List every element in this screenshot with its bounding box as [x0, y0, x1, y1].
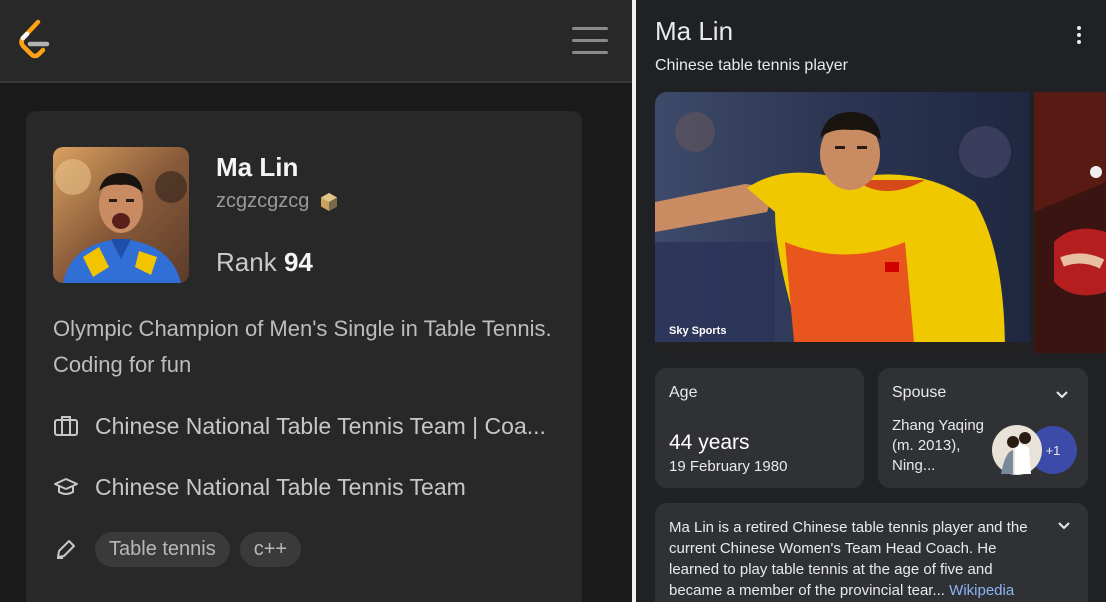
wikipedia-link[interactable]: Wikipedia	[949, 582, 1014, 599]
avatar[interactable]	[53, 147, 189, 283]
kp-title: Ma Lin	[655, 16, 734, 46]
profile-username: zcgzcgzcg	[216, 190, 310, 212]
player-photo[interactable]	[655, 92, 1030, 353]
leetcode-logo-icon[interactable]	[14, 18, 54, 62]
skill-tag[interactable]: c++	[239, 531, 302, 567]
profile-rank: Rank 94	[216, 247, 313, 278]
age-value: 44 years	[669, 431, 750, 454]
more-vert-icon[interactable]	[1076, 26, 1084, 44]
rank-value: 94	[283, 247, 313, 277]
spouse-box[interactable]: Spouse Zhang Yaqing (m. 2013), Ning... +…	[878, 368, 1088, 488]
company-row: Chinese National Table Tennis Team | Coa…	[53, 408, 555, 444]
top-navbar	[0, 0, 632, 83]
profile-name: Ma Lin	[216, 152, 299, 182]
age-box[interactable]: Age 44 years 19 February 1980	[655, 368, 864, 488]
school-row: Chinese National Table Tennis Team	[53, 469, 555, 505]
description-box[interactable]: Ma Lin is a retired Chinese table tennis…	[655, 503, 1088, 602]
briefcase-icon	[54, 416, 78, 436]
chevron-down-icon[interactable]	[1055, 390, 1069, 400]
secondary-photo[interactable]	[1034, 92, 1106, 353]
kp-subtitle: Chinese table tennis player	[655, 57, 849, 74]
kp-description: Ma Lin is a retired Chinese table tennis…	[669, 517, 1049, 601]
age-label: Age	[669, 384, 698, 401]
image-credit: Sky Sports	[669, 325, 727, 337]
spouse-avatars[interactable]: +1	[991, 424, 1077, 476]
skills-row: Table tennis c++	[53, 531, 311, 567]
chevron-down-icon[interactable]	[1057, 521, 1071, 531]
spouse-label: Spouse	[892, 384, 947, 401]
badge-icon[interactable]	[318, 191, 340, 213]
profile-card: Ma Lin zcgzcgzcg Rank 94 Olympic Champio…	[26, 111, 582, 602]
spouse-value: Zhang Yaqing (m. 2013), Ning...	[892, 417, 985, 474]
pen-icon	[57, 540, 75, 559]
company-text: Chinese National Table Tennis Team | Coa…	[95, 412, 546, 439]
skill-tag[interactable]: Table tennis	[95, 531, 230, 567]
birth-date: 19 February 1980	[669, 458, 788, 475]
spouse-more-count: +1	[1046, 443, 1061, 458]
rank-label: Rank	[216, 247, 277, 277]
profile-bio: Olympic Champion of Men's Single in Tabl…	[53, 316, 552, 377]
hamburger-menu-icon[interactable]	[572, 25, 610, 57]
knowledge-panel: Ma Lin Chinese table tennis player Sky S…	[636, 0, 1106, 602]
leetcode-profile-panel: Ma Lin zcgzcgzcg Rank 94 Olympic Champio…	[0, 0, 632, 602]
school-text: Chinese National Table Tennis Team	[95, 473, 466, 500]
graduation-cap-icon	[54, 478, 78, 495]
